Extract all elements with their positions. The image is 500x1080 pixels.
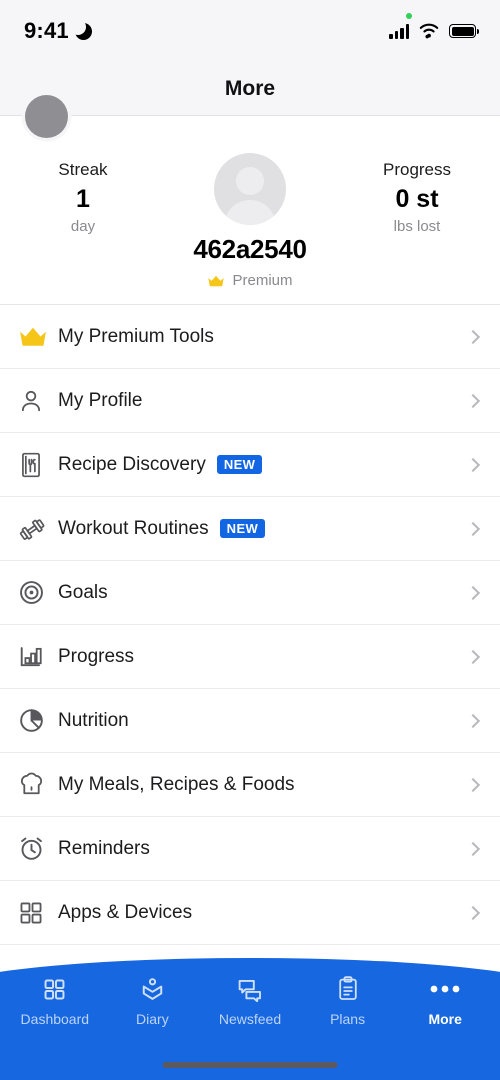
- menu-item-nutrition[interactable]: Nutrition: [0, 689, 500, 753]
- nav-item-newsfeed[interactable]: Newsfeed: [204, 976, 296, 1027]
- menu-item-label: My Premium Tools: [58, 325, 214, 347]
- crown-icon: [207, 274, 225, 288]
- page-title: More: [224, 76, 276, 100]
- menu-item-content: My Profile: [58, 390, 142, 412]
- menu-item-content: Goals: [58, 582, 108, 604]
- chat-bubbles-icon: [237, 976, 263, 1002]
- menu-item-label: Recipe Discovery: [58, 453, 206, 475]
- home-indicator[interactable]: [162, 1062, 338, 1068]
- menu-item-reminders[interactable]: Reminders: [0, 817, 500, 881]
- new-badge: NEW: [216, 455, 263, 474]
- wifi-icon: [418, 23, 440, 39]
- nav-label: Plans: [330, 1011, 366, 1027]
- menu-item-content: Progress: [58, 646, 134, 668]
- menu-item-content: My Meals, Recipes & Foods: [58, 774, 295, 796]
- chevron-right-icon: [465, 713, 481, 728]
- target-icon: [18, 579, 58, 606]
- nav-item-dashboard[interactable]: Dashboard: [9, 976, 101, 1027]
- menu-item-label: Reminders: [58, 837, 150, 859]
- pie-chart-icon: [18, 707, 58, 734]
- page-header: More: [0, 62, 500, 116]
- nav-item-diary[interactable]: Diary: [106, 976, 198, 1027]
- menu-item-label: Progress: [58, 645, 135, 667]
- clipboard-icon: [336, 976, 360, 1002]
- grid-squares-icon: [18, 900, 58, 926]
- chevron-right-icon: [465, 649, 481, 664]
- membership-label: Premium: [232, 272, 293, 289]
- chevron-right-icon: [465, 329, 481, 344]
- person-icon: [18, 388, 58, 414]
- crown-icon: [18, 326, 58, 348]
- membership-row: Premium: [207, 272, 293, 289]
- status-bar-time: 9:41: [24, 18, 69, 43]
- menu-item-my-premium-tools[interactable]: My Premium Tools: [0, 305, 500, 369]
- nav-item-more[interactable]: More: [399, 976, 491, 1027]
- more-screen: 9:41 More Streak 1 day Progress 0 st lbs…: [0, 0, 500, 1080]
- menu-item-recipe-discovery[interactable]: Recipe Discovery NEW: [0, 433, 500, 497]
- nav-label: Dashboard: [20, 1011, 90, 1027]
- menu-item-goals[interactable]: Goals: [0, 561, 500, 625]
- nav-label: Newsfeed: [218, 1011, 282, 1027]
- cellular-signal-icon: [389, 23, 409, 39]
- menu-item-my-meals-recipes-foods[interactable]: My Meals, Recipes & Foods: [0, 753, 500, 817]
- menu-item-progress[interactable]: Progress: [0, 625, 500, 689]
- menu-item-my-profile[interactable]: My Profile: [0, 369, 500, 433]
- profile-center: 462a2540 Premium: [0, 117, 500, 289]
- username: 462a2540: [193, 234, 307, 264]
- alarm-clock-icon: [18, 835, 58, 862]
- menu-item-label: Workout Routines: [58, 517, 209, 539]
- menu-item-content: Nutrition: [58, 710, 129, 732]
- chevron-right-icon: [465, 905, 481, 920]
- menu-item-label: My Profile: [58, 389, 143, 411]
- nav-label: Diary: [136, 1011, 169, 1027]
- status-bar-right: [389, 13, 479, 39]
- menu-item-content: Recipe Discovery NEW: [58, 453, 263, 476]
- avatar-head-shape: [236, 167, 264, 195]
- menu-item-label: Nutrition: [58, 709, 129, 731]
- chevron-right-icon: [465, 521, 481, 536]
- avatar-body-shape: [224, 200, 276, 225]
- bottom-nav-items: Dashboard Diary Newsfeed Plans More: [0, 976, 500, 1027]
- chevron-right-icon: [465, 393, 481, 408]
- open-book-icon: [140, 976, 165, 1002]
- status-bar: 9:41: [0, 0, 500, 62]
- recipe-book-icon: [18, 451, 58, 479]
- chevron-right-icon: [465, 841, 481, 856]
- nav-label: More: [428, 1011, 462, 1027]
- user-avatar-large[interactable]: [214, 153, 286, 225]
- menu-item-label: Apps & Devices: [58, 901, 193, 923]
- grid-squares-icon: [42, 976, 67, 1002]
- nav-item-plans[interactable]: Plans: [302, 976, 394, 1027]
- chevron-right-icon: [465, 457, 481, 472]
- menu-item-apps-devices[interactable]: Apps & Devices: [0, 881, 500, 945]
- battery-full-icon: [449, 24, 479, 38]
- chevron-right-icon: [465, 777, 481, 792]
- menu-item-workout-routines[interactable]: Workout Routines NEW: [0, 497, 500, 561]
- bottom-navigation: Dashboard Diary Newsfeed Plans More: [0, 950, 500, 1080]
- chevron-right-icon: [465, 585, 481, 600]
- status-bar-left: 9:41: [24, 18, 92, 44]
- header-avatar[interactable]: [25, 95, 68, 138]
- crescent-moon-icon: [69, 18, 92, 40]
- menu-item-content: Reminders: [58, 838, 150, 860]
- menu-item-label: My Meals, Recipes & Foods: [58, 773, 295, 795]
- menu-item-content: Workout Routines NEW: [58, 517, 266, 540]
- new-badge: NEW: [219, 519, 266, 538]
- bar-chart-icon: [18, 643, 58, 670]
- menu-item-content: Apps & Devices: [58, 902, 192, 924]
- dumbbell-icon: [18, 515, 58, 543]
- recording-indicator-dot: [406, 13, 412, 19]
- more-menu-list: My Premium Tools My Profile Recipe Disco…: [0, 305, 500, 945]
- chef-hat-icon: [18, 771, 58, 798]
- menu-item-content: My Premium Tools: [58, 326, 214, 348]
- ellipsis-icon: [429, 976, 461, 1002]
- profile-summary: Streak 1 day Progress 0 st lbs lost 462a…: [0, 117, 500, 305]
- menu-item-label: Goals: [58, 581, 108, 603]
